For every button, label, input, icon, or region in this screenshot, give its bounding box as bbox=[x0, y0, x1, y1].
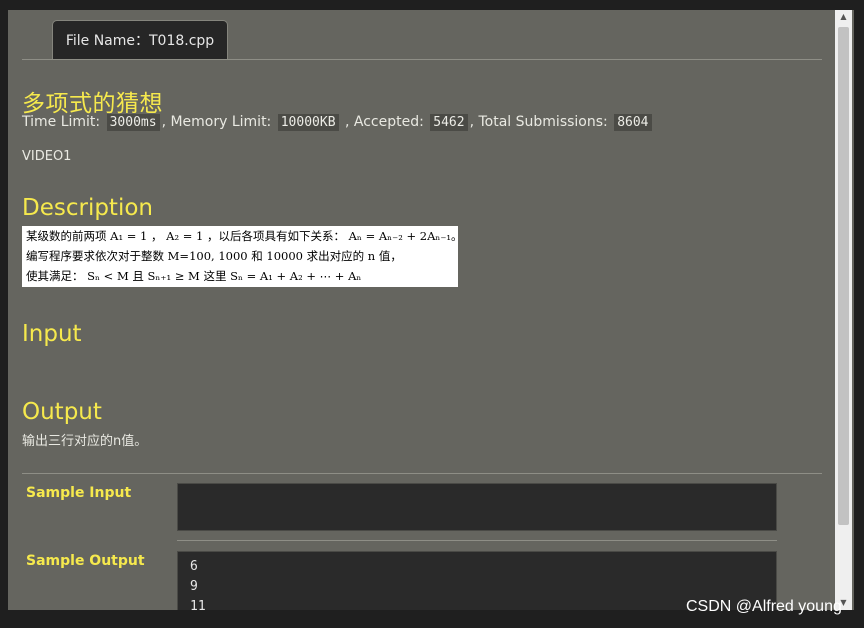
description-line: 使其满足： Sₙ < M 且 Sₙ₊₁ ≥ M 这里 Sₙ = A₁ + A₂ … bbox=[26, 269, 362, 283]
accepted-value: 5462 bbox=[430, 114, 468, 131]
sample-input-box[interactable] bbox=[177, 483, 777, 531]
output-heading: Output bbox=[22, 399, 102, 425]
tab-file-name[interactable]: File Name：T018.cpp bbox=[52, 20, 228, 59]
sample-output-label: Sample Output bbox=[26, 553, 145, 569]
tab-bar: File Name：T018.cpp bbox=[22, 10, 822, 60]
input-heading: Input bbox=[22, 321, 82, 347]
scrollbar-thumb[interactable] bbox=[838, 27, 849, 525]
problem-page: File Name：T018.cpp 多项式的猜想 Time Limit: 30… bbox=[8, 10, 854, 610]
description-line: 编写程序要求依次对于整数 M=100, 1000 和 10000 求出对应的 n… bbox=[26, 249, 402, 263]
scroll-up-arrow-icon[interactable]: ▲ bbox=[835, 10, 852, 24]
problem-source: VIDEO1 bbox=[22, 149, 72, 164]
sample-divider bbox=[177, 540, 777, 541]
problem-title: 多项式的猜想 bbox=[22, 91, 163, 117]
time-limit-label: Time Limit: bbox=[22, 114, 101, 130]
vertical-scrollbar[interactable]: ▲ ▼ bbox=[835, 10, 852, 610]
sample-output-line: 9 bbox=[190, 579, 198, 594]
memory-limit-value: 10000KB bbox=[277, 114, 339, 131]
accepted-label: , Accepted: bbox=[344, 114, 424, 130]
submissions-value: 8604 bbox=[614, 114, 652, 131]
time-limit-value: 3000ms bbox=[106, 114, 160, 131]
sample-output-line: 6 bbox=[190, 559, 198, 574]
submissions-label: , Total Submissions: bbox=[469, 114, 608, 130]
output-description: 输出三行对应的n值。 bbox=[22, 434, 148, 449]
tab-label: File Name：T018.cpp bbox=[65, 33, 215, 49]
csdn-watermark: CSDN @Alfred young bbox=[686, 598, 842, 615]
description-formula-image: 某级数的前两项 A₁ = 1 ， A₂ = 1 ，以后各项具有如下关系： Aₙ … bbox=[22, 226, 463, 287]
problem-stats: Time Limit: 3000ms, Memory Limit: 10000K… bbox=[22, 114, 654, 131]
sample-input-label: Sample Input bbox=[26, 485, 132, 501]
section-divider bbox=[22, 473, 822, 474]
memory-limit-label: , Memory Limit: bbox=[161, 114, 272, 130]
description-heading: Description bbox=[22, 195, 153, 221]
description-line: 某级数的前两项 A₁ = 1 ， A₂ = 1 ，以后各项具有如下关系： Aₙ … bbox=[26, 229, 463, 243]
